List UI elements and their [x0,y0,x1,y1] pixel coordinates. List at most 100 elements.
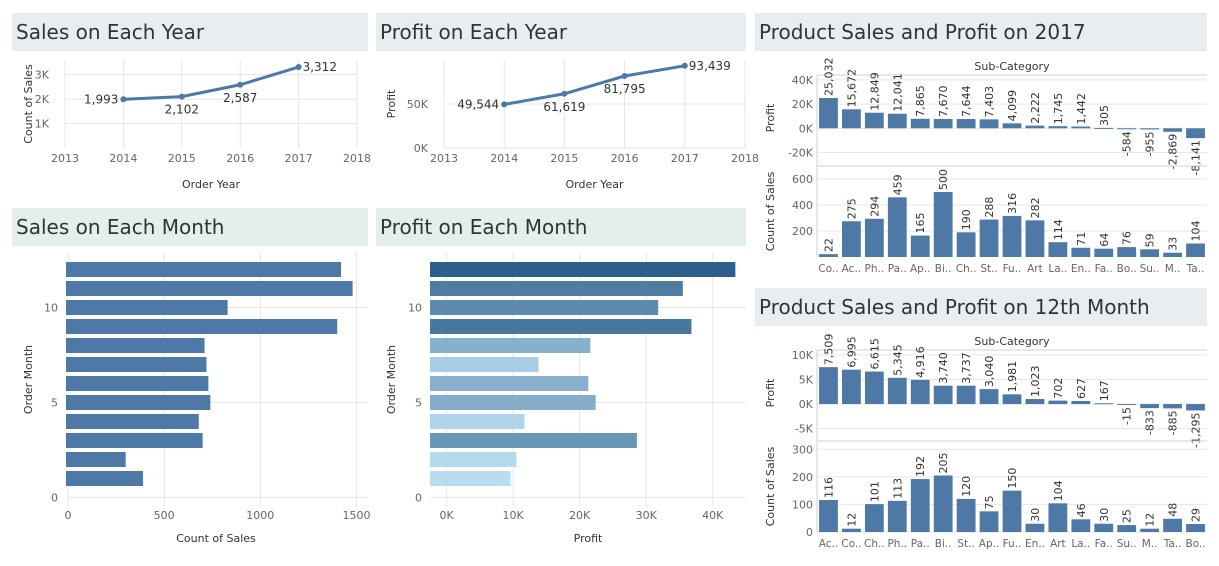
product-2017-count-bar [1163,252,1182,257]
product-2017-x-tick-label: Ta.. [1186,263,1205,275]
product-12th-month-profit-data-label: -833 [1144,410,1157,435]
product-12th-month-x-tick-label: St.. [957,538,974,550]
profit-year-pane: Profit on Each Year 2013 2014 2015 2016 2017… [376,13,759,203]
product-2017-count-data-label: 294 [868,196,881,217]
profit-year-data-point [681,62,688,69]
sales-year-y-tick-label: 3K [35,69,50,82]
profit-year-x-tick-label: 2016 [611,152,639,165]
product-12th-month-count-data-label: 12 [845,513,858,527]
product-2017-x-tick-label: Art [1027,263,1043,275]
product-2017-profit-data-label: 2,222 [1029,92,1042,124]
sales-month-y-axis-title: Order Month [22,345,35,414]
product-2017-count-y-tick-label: 200 [792,225,813,238]
profit-month-chart: 0K 10K 20K 30K 40K 10 5 0 Profit Order Month [385,253,746,545]
product-2017-x-tick-label: St.. [980,263,997,275]
product-2017-x-tick-label: Su.. [1140,263,1160,275]
product-2017-profit-bar [1048,126,1068,129]
product-12th-month-count-data-label: 104 [1052,480,1065,501]
sales-year-x-tick-label: 2015 [168,152,196,165]
product-2017-profit-bar [1186,128,1205,139]
product-12th-month-count-bar [933,475,953,532]
profit-year-data-label: 81,795 [604,82,646,96]
product-2017-profit-bar [1071,126,1091,129]
product-2017-count-data-label: 22 [822,238,835,252]
product-2017-profit-data-label: 15,672 [845,69,858,108]
product-2017-profit-data-label: -2,869 [1167,134,1180,169]
product-2017-x-tick-label: Pa.. [888,263,907,275]
product-12th-month-count-data-label: 48 [1167,503,1180,517]
product-12th-month-count-bar [1071,519,1091,532]
product-2017-count-data-label: 64 [1098,233,1111,247]
sales-month-bar [66,414,199,429]
product-12th-month-count-bar [1002,490,1022,532]
profit-month-y-axis-title: Order Month [385,345,398,414]
product-2017-x-tick-label: Fu.. [1003,263,1022,275]
sales-month-x-tick-label: 1500 [342,509,370,522]
product-2017-profit-axis-title: Profit [764,103,777,132]
sales-year-pane: Sales on Each Year 2013 2014 2015 2016 2017 2… [12,13,371,203]
product-2017-profit-y-tick-label: 40K [792,74,814,87]
product-2017-profit-bar [864,112,884,129]
product-12th-month-count-axis-title: Count of Sales [764,446,777,526]
product-12th-month-count-data-label: 101 [868,481,881,502]
profit-month-bar [430,414,525,429]
sales-year-x-tick-label: 2013 [51,152,79,165]
product-2017-count-bar [933,192,953,257]
product-12th-month-x-tick-label: Ac.. [819,538,838,550]
product-12th-month-profit-y-tick-label: 0K [799,398,814,411]
sales-month-bar [66,338,205,353]
sales-year-data-point [295,64,302,71]
product-12th-month-count-data-label: 205 [937,452,950,473]
product-2017-count-data-label: 165 [914,213,927,234]
product-2017-profit-bar [1140,128,1160,130]
sales-month-x-tick-label: 1000 [246,509,274,522]
sales-year-series-line [123,65,300,101]
product-12th-month-profit-bar [1071,400,1091,405]
profit-month-y-tick-label: 10 [408,302,422,315]
product-12th-month-count-data-label: 25 [1121,509,1134,523]
product-12th-month-count-bar [887,500,907,532]
product-12th-month-profit-y-tick-label: -5K [795,423,814,436]
product-12th-month-profit-bar [864,371,884,405]
sales-year-y-tick-label: 2K [35,93,50,106]
product-12th-month-profit-bar [933,385,953,405]
product-2017-count-data-label: 316 [1006,193,1019,214]
product-12th-month-profit-bar [1140,404,1160,409]
profit-month-pane: Profit on Each Month 0K 10K 20K 30K 40K 10 5 0 P… [376,208,746,558]
sales-month-bar [66,376,209,391]
product-2017-count-bar [910,235,930,257]
product-12th-month-column-header: Sub-Category [974,335,1050,348]
product-2017-profit-data-label: 4,099 [1006,90,1019,122]
product-2017-count-data-label: 282 [1029,197,1042,218]
profit-year-x-tick-label: 2013 [430,152,458,165]
profit-month-x-tick-label: 10K [503,509,525,522]
profit-month-bar [430,338,591,353]
product-2017-count-data-label: 76 [1121,231,1134,245]
product-12th-month-profit-bar [1025,399,1045,405]
product-12th-month-chart: Sub-Category 10K 5K 0K -5K Profit 7,509 6,995 6,… [764,334,1207,550]
product-12th-month-count-bar [910,479,930,532]
product-2017-profit-data-label: -8,141 [1190,140,1203,175]
sales-year-x-tick-label: 2016 [226,152,254,165]
product-12th-month-count-y-tick-label: 300 [792,443,813,456]
sales-month-y-tick-label: 0 [51,492,58,505]
product-2017-profit-bar [842,109,861,129]
product-12th-month-x-tick-label: Ta.. [1163,538,1182,550]
sales-month-bar [66,300,228,315]
product-2017-x-tick-label: La.. [1048,263,1067,275]
product-12th-month-count-data-label: 150 [1006,468,1019,489]
product-12th-month-count-bar [1140,528,1160,532]
profit-month-x-tick-label: 0K [440,509,455,522]
product-2017-count-data-label: 190 [960,209,973,230]
product-12th-month-count-bar [1025,523,1045,532]
product-12th-month-count-data-label: 29 [1190,508,1203,522]
product-12th-month-x-tick-label: Ch.. [864,538,885,550]
product-12th-month-profit-data-label: 3,740 [937,352,950,384]
product-2017-profit-y-tick-label: 0K [799,122,814,135]
product-2017-profit-data-label: 1,442 [1075,93,1088,125]
product-2017-count-bar [1186,243,1205,257]
profit-month-x-tick-label: 30K [636,509,658,522]
product-12th-month-count-bar [1094,523,1114,532]
product-12th-month-profit-data-label: -885 [1167,410,1180,435]
sales-month-bar [66,281,353,296]
